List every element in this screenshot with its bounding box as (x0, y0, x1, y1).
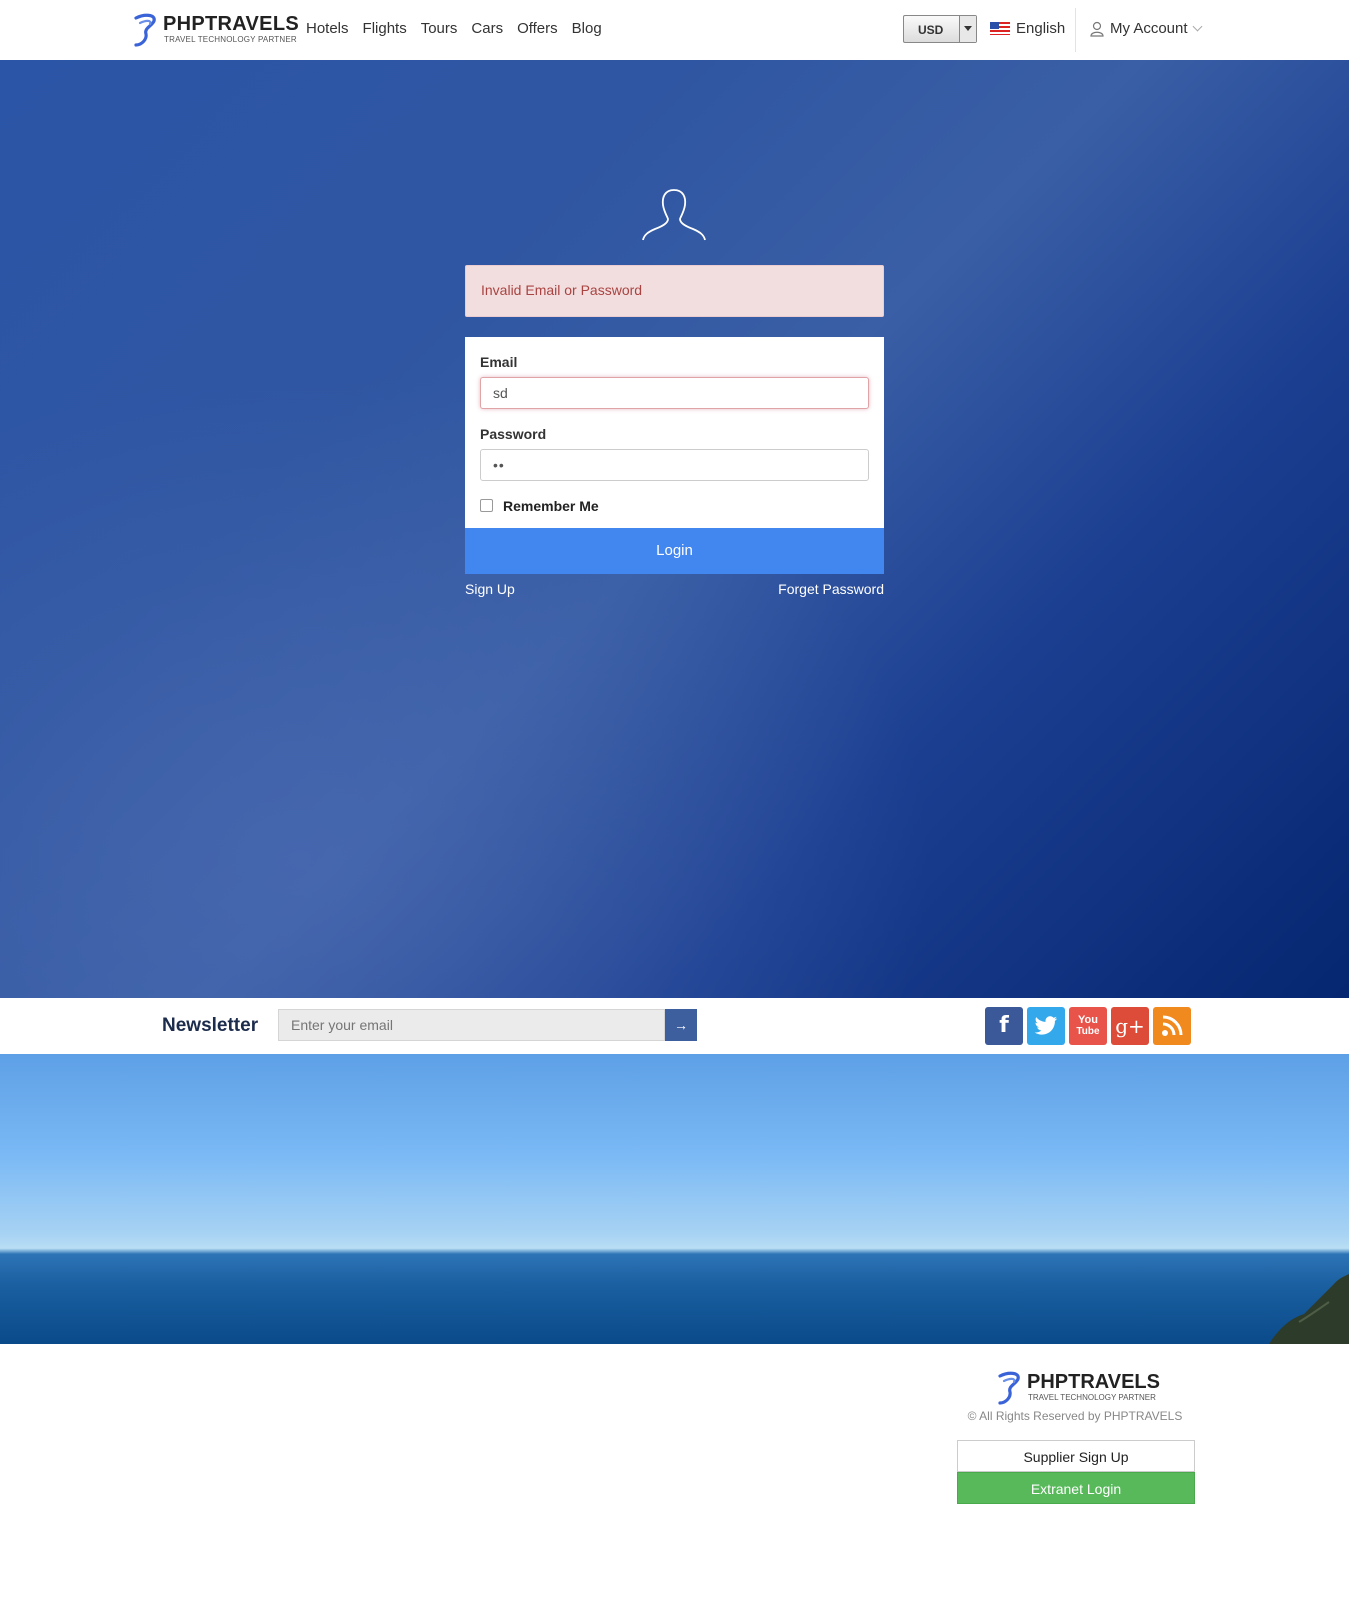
ocean-banner-image (0, 1054, 1349, 1344)
footer-brand-name: PHPTRAVELS (1027, 1371, 1160, 1393)
error-alert-text: Invalid Email or Password (481, 282, 643, 298)
login-hero: Invalid Email or Password Email sd Passw… (0, 60, 1349, 998)
login-form: Email sd Password •• Remember Me (465, 337, 884, 528)
my-account-menu[interactable]: My Account (1090, 20, 1202, 37)
nav-item-flights[interactable]: Flights (363, 20, 407, 37)
user-avatar-icon (642, 189, 706, 241)
footer-brand-tagline: TRAVEL TECHNOLOGY PARTNER (1028, 1393, 1156, 1402)
password-field[interactable]: •• (480, 449, 869, 481)
nav-item-blog[interactable]: Blog (572, 20, 602, 37)
remember-me-label[interactable]: Remember Me (503, 498, 599, 514)
arrow-right-icon: → (674, 1017, 688, 1033)
newsletter-email-input[interactable] (278, 1009, 665, 1041)
googleplus-icon[interactable]: g+ (1111, 1007, 1149, 1045)
nav-item-offers[interactable]: Offers (517, 20, 558, 37)
facebook-icon[interactable]: f (985, 1007, 1023, 1045)
language-label: English (1016, 20, 1066, 37)
my-account-label: My Account (1110, 20, 1188, 37)
user-icon (1090, 21, 1104, 37)
currency-select[interactable]: USD (903, 15, 977, 43)
us-flag-icon (990, 22, 1010, 35)
remember-me-checkbox[interactable] (480, 499, 493, 512)
newsletter-title: Newsletter (162, 1015, 259, 1036)
brand-name: PHPTRAVELS (163, 13, 299, 35)
chevron-down-icon (959, 16, 976, 42)
currency-value: USD (918, 23, 944, 37)
top-header: PHPTRAVELS TRAVEL TECHNOLOGY PARTNER Hot… (0, 0, 1349, 60)
password-label: Password (480, 426, 547, 442)
newsletter-submit-button[interactable]: → (665, 1009, 697, 1041)
brand-logo-icon (998, 1371, 1020, 1405)
extranet-login-button[interactable]: Extranet Login (957, 1472, 1195, 1504)
brand-tagline: TRAVEL TECHNOLOGY PARTNER (164, 35, 297, 44)
youtube-icon[interactable]: You Tube (1069, 1007, 1107, 1045)
error-alert: Invalid Email or Password (465, 265, 884, 317)
chevron-down-icon (1192, 21, 1202, 32)
newsletter-bar: Newsletter → f YouTube g+ (0, 998, 1349, 1054)
email-field[interactable]: sd (480, 377, 869, 409)
nav-item-hotels[interactable]: Hotels (306, 20, 349, 37)
rss-icon[interactable] (1153, 1007, 1191, 1045)
cliff-silhouette (1269, 1274, 1349, 1344)
copyright-text: © All Rights Reserved by PHPTRAVELS (967, 1409, 1183, 1423)
footer-logo[interactable]: PHPTRAVELS TRAVEL TECHNOLOGY PARTNER (994, 1370, 1160, 1406)
nav-item-tours[interactable]: Tours (421, 20, 458, 37)
main-nav: Hotels Flights Tours Cars Offers Blog (306, 20, 616, 37)
login-button[interactable]: Login (465, 528, 884, 574)
sign-up-link[interactable]: Sign Up (465, 581, 515, 597)
header-divider (1075, 8, 1076, 52)
nav-item-cars[interactable]: Cars (471, 20, 503, 37)
supplier-signup-button[interactable]: Supplier Sign Up (957, 1440, 1195, 1472)
language-selector[interactable]: English (990, 20, 1065, 37)
twitter-icon[interactable] (1027, 1007, 1065, 1045)
brand-logo[interactable]: PHPTRAVELS TRAVEL TECHNOLOGY PARTNER (130, 12, 299, 48)
brand-logo-icon (134, 13, 156, 47)
email-label: Email (480, 354, 518, 370)
forget-password-link[interactable]: Forget Password (778, 581, 884, 597)
